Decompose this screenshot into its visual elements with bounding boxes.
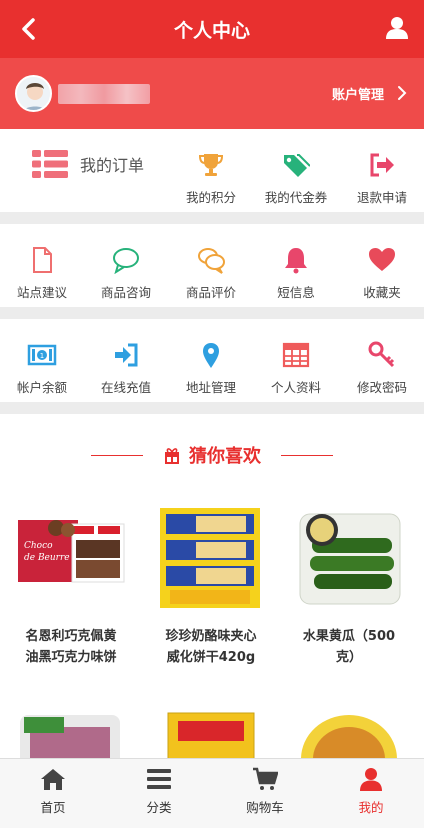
product-name-line2: 油黑巧克力味饼 bbox=[25, 650, 117, 665]
cart-icon bbox=[253, 767, 278, 790]
site-suggestion-button[interactable]: 站点建议 bbox=[0, 246, 84, 301]
tab-category[interactable]: 分类 bbox=[106, 759, 212, 828]
account-balance-button[interactable]: 1 帐户余额 bbox=[0, 341, 84, 396]
guess-title: 猜你喜欢 bbox=[0, 442, 424, 468]
divider-line bbox=[281, 454, 333, 456]
product-card[interactable]: Choco de Beurre 名恩利巧克佩黄 油黑巧克力味饼 bbox=[6, 504, 136, 668]
product-consult-label: 商品咨询 bbox=[100, 285, 151, 300]
svg-text:Choco: Choco bbox=[24, 541, 53, 551]
messages-button[interactable]: 短信息 bbox=[254, 246, 338, 301]
product-review-button[interactable]: 商品评价 bbox=[169, 246, 253, 301]
tags-icon bbox=[284, 154, 310, 177]
bars-icon bbox=[147, 769, 171, 789]
guess-title-text: 猜你喜欢 bbox=[189, 446, 261, 467]
product-image[interactable] bbox=[156, 709, 266, 758]
sign-in-icon bbox=[115, 343, 138, 367]
trophy-icon bbox=[198, 154, 224, 176]
tab-home-label: 首页 bbox=[40, 800, 66, 815]
bottom-tab-bar: 首页 分类 购物车 我的 bbox=[0, 758, 424, 828]
my-orders-label: 我的订单 bbox=[80, 156, 145, 175]
product-name-line1: 名恩利巧克佩黄 bbox=[25, 629, 117, 644]
address-manage-button[interactable]: 地址管理 bbox=[169, 341, 253, 396]
product-image[interactable]: Choco de Beurre bbox=[16, 504, 126, 614]
bell-icon bbox=[285, 248, 307, 274]
home-icon bbox=[41, 769, 65, 790]
product-card[interactable] bbox=[284, 709, 414, 758]
heart-icon bbox=[369, 248, 395, 271]
orders-panel: 我的订单 我的积分 我的代金券 退款申请 bbox=[0, 129, 424, 212]
change-password-label: 修改密码 bbox=[356, 380, 407, 395]
online-recharge-button[interactable]: 在线充值 bbox=[84, 341, 168, 396]
product-card[interactable]: 水果黄瓜（500 克） bbox=[284, 504, 414, 668]
online-recharge-label: 在线充值 bbox=[100, 380, 151, 395]
account-manage-link[interactable]: 账户管理 bbox=[332, 84, 384, 103]
list-icon bbox=[32, 150, 68, 178]
change-password-button[interactable]: 修改密码 bbox=[340, 341, 424, 396]
comment-icon bbox=[113, 248, 139, 274]
tab-home[interactable]: 首页 bbox=[0, 759, 106, 828]
product-card[interactable]: 珍珍奶酪味夹心 威化饼干420g bbox=[146, 504, 276, 668]
tools-panel: 1 帐户余额 在线充值 地址管理 个人资料 修改密码 bbox=[0, 319, 424, 402]
profile-button[interactable]: 个人资料 bbox=[254, 341, 338, 396]
username-masked bbox=[58, 84, 150, 104]
product-consult-button[interactable]: 商品咨询 bbox=[84, 246, 168, 301]
product-image[interactable] bbox=[16, 709, 126, 758]
favorites-button[interactable]: 收藏夹 bbox=[340, 246, 424, 301]
guess-you-like-section: 猜你喜欢 Choco de Beurre 名恩利巧克佩黄 油黑巧克力味饼 珍珍奶… bbox=[0, 414, 424, 758]
product-image[interactable] bbox=[294, 504, 404, 614]
product-image[interactable] bbox=[156, 504, 266, 614]
avatar[interactable] bbox=[15, 75, 52, 112]
my-vouchers-button[interactable]: 我的代金券 bbox=[254, 151, 338, 206]
user-icon bbox=[360, 768, 382, 791]
tab-mine-label: 我的 bbox=[358, 800, 384, 815]
gift-icon bbox=[165, 448, 179, 464]
sign-out-icon bbox=[370, 153, 394, 177]
page-title: 个人中心 bbox=[173, 19, 250, 42]
tab-category-label: 分类 bbox=[146, 800, 172, 815]
key-icon bbox=[368, 341, 395, 368]
profile-label: 个人资料 bbox=[270, 380, 321, 395]
account-balance-label: 帐户余额 bbox=[16, 380, 67, 395]
product-review-label: 商品评价 bbox=[185, 285, 236, 300]
services-panel: 站点建议 商品咨询 商品评价 短信息 收藏夹 bbox=[0, 224, 424, 307]
top-header: 个人中心 bbox=[0, 0, 424, 58]
site-suggestion-label: 站点建议 bbox=[16, 285, 67, 300]
table-icon bbox=[282, 342, 310, 368]
money-icon: 1 bbox=[27, 344, 57, 366]
product-name[interactable]: 名恩利巧克佩黄 油黑巧克力味饼 bbox=[6, 626, 136, 668]
refund-request-label: 退款申请 bbox=[356, 190, 407, 205]
messages-label: 短信息 bbox=[277, 285, 315, 300]
comments-icon bbox=[198, 248, 225, 274]
product-card[interactable] bbox=[146, 709, 276, 758]
address-manage-label: 地址管理 bbox=[185, 380, 236, 395]
user-icon[interactable] bbox=[384, 15, 410, 41]
product-image[interactable] bbox=[294, 709, 404, 758]
my-points-button[interactable]: 我的积分 bbox=[169, 151, 253, 206]
my-orders-button[interactable]: 我的订单 bbox=[32, 150, 144, 178]
product-name-line1: 水果黄瓜（500 bbox=[302, 629, 396, 644]
svg-text:de Beurre: de Beurre bbox=[24, 553, 70, 563]
product-name-line2: 克） bbox=[335, 650, 362, 665]
product-name-line1: 珍珍奶酪味夹心 bbox=[165, 629, 257, 644]
favorites-label: 收藏夹 bbox=[363, 285, 401, 300]
product-card[interactable] bbox=[6, 709, 136, 758]
my-vouchers-label: 我的代金券 bbox=[264, 190, 328, 205]
map-marker-icon bbox=[203, 343, 219, 368]
divider-line bbox=[91, 454, 143, 456]
svg-text:1: 1 bbox=[40, 352, 44, 360]
chevron-left-icon[interactable] bbox=[16, 16, 42, 42]
product-name[interactable]: 珍珍奶酪味夹心 威化饼干420g bbox=[146, 626, 276, 668]
tab-cart-label: 购物车 bbox=[246, 800, 284, 815]
my-points-label: 我的积分 bbox=[185, 190, 236, 205]
product-name[interactable]: 水果黄瓜（500 克） bbox=[284, 626, 414, 668]
account-bar[interactable]: 账户管理 bbox=[0, 58, 424, 129]
file-icon bbox=[33, 247, 52, 273]
product-name-line2: 威化饼干420g bbox=[166, 650, 256, 665]
tab-mine[interactable]: 我的 bbox=[318, 759, 424, 828]
chevron-right-icon[interactable] bbox=[396, 85, 408, 101]
refund-request-button[interactable]: 退款申请 bbox=[340, 151, 424, 206]
tab-cart[interactable]: 购物车 bbox=[212, 759, 318, 828]
